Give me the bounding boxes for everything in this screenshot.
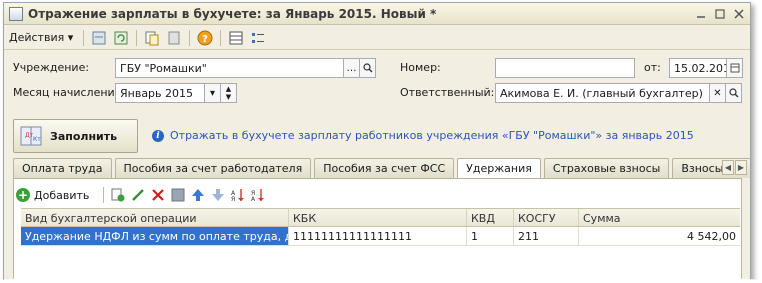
spinner-icon[interactable]: ▲ ▼ xyxy=(221,83,237,103)
post-icon[interactable] xyxy=(90,29,108,47)
sort-ascending-icon[interactable]: AЯ xyxy=(230,187,246,203)
column-kvd[interactable]: КВД xyxy=(467,209,514,226)
sort-descending-icon[interactable]: ЯA xyxy=(250,187,266,203)
fill-label: Заполнить xyxy=(50,129,118,143)
chevron-down-icon[interactable]: ▾ xyxy=(205,83,221,103)
move-down-icon[interactable] xyxy=(210,187,226,203)
table-row[interactable]: Удержание НДФЛ из сумм по оплате труда, … xyxy=(21,227,740,246)
institution-label: Учреждение: xyxy=(13,61,90,74)
add-button[interactable]: + Добавить xyxy=(16,188,89,202)
minimize-icon[interactable] xyxy=(693,6,708,21)
main-toolbar: Действия ▾ ? xyxy=(4,26,750,50)
tab-bar: Оплата труда Пособия за счет работодател… xyxy=(13,158,750,179)
actions-menu[interactable]: Действия ▾ xyxy=(9,31,73,44)
svg-text:Я: Я xyxy=(231,196,235,202)
copy-row-icon[interactable] xyxy=(110,187,126,203)
delete-icon[interactable] xyxy=(150,187,166,203)
edit-icon[interactable] xyxy=(130,187,146,203)
toolbar-divider xyxy=(220,29,222,46)
clear-icon[interactable]: ✕ xyxy=(710,83,726,103)
select-button[interactable]: … xyxy=(344,58,360,78)
search-icon[interactable] xyxy=(726,83,742,103)
tab-insurance-contributions[interactable]: Страховые взносы xyxy=(543,158,670,178)
date-field[interactable]: 15.02.2015 xyxy=(669,58,727,78)
svg-text:Кт: Кт xyxy=(33,136,41,143)
column-kosgu[interactable]: КОСГУ xyxy=(514,209,579,226)
table-toolbar: + Добавить AЯ ЯA xyxy=(16,185,268,205)
tab-scroll-right-icon[interactable]: ▶ xyxy=(735,160,747,175)
document-window: Отражение зарплаты в бухучете: за Январь… xyxy=(3,2,751,283)
window-controls xyxy=(693,6,746,21)
structure-icon[interactable] xyxy=(227,29,245,47)
number-field[interactable] xyxy=(495,58,635,78)
toolbar-divider xyxy=(189,29,191,46)
tab-payroll[interactable]: Оплата труда xyxy=(13,158,112,178)
save-icon[interactable] xyxy=(170,187,186,203)
table-header: Вид бухгалтерской операции КБК КВД КОСГУ… xyxy=(21,208,740,227)
cell-kosgu[interactable]: 211 xyxy=(514,227,579,246)
tab-employer-benefits[interactable]: Пособия за счет работодателя xyxy=(114,158,312,178)
month-label: Месяц начисления: xyxy=(13,86,125,99)
toolbar-divider xyxy=(83,29,85,46)
toolbar-divider xyxy=(136,29,138,46)
help-icon[interactable]: ? xyxy=(196,29,214,47)
responsible-label: Ответственный: xyxy=(400,86,495,99)
column-kbk[interactable]: КБК xyxy=(289,209,467,226)
deductions-table: Вид бухгалтерской операции КБК КВД КОСГУ… xyxy=(21,208,740,246)
responsible-field[interactable]: Акимова Е. И. (главный бухгалтер) xyxy=(495,83,710,103)
add-label: Добавить xyxy=(34,188,90,202)
cell-kvd[interactable]: 1 xyxy=(467,227,514,246)
calendar-icon[interactable] xyxy=(727,58,743,78)
fill-button[interactable]: Дт Кт Заполнить xyxy=(13,119,138,153)
cell-sum[interactable]: 4 542,00 xyxy=(579,227,740,246)
institution-field[interactable]: ГБУ "Ромашки" xyxy=(115,58,344,78)
date-label: от: xyxy=(644,61,661,74)
cell-operation[interactable]: Удержание НДФЛ из сумм по оплате труда, … xyxy=(21,227,289,246)
info-icon: i xyxy=(152,130,164,142)
actions-label: Действия xyxy=(9,31,65,44)
tab-deductions[interactable]: Удержания xyxy=(457,158,541,179)
close-icon[interactable] xyxy=(731,6,746,21)
maximize-icon[interactable] xyxy=(712,6,727,21)
tab-scroll-left-icon[interactable]: ◀ xyxy=(722,160,734,175)
copy-icon[interactable] xyxy=(143,29,161,47)
number-label: Номер: xyxy=(400,61,441,74)
list-icon[interactable] xyxy=(249,29,267,47)
window-title: Отражение зарплаты в бухучете: за Январь… xyxy=(28,7,437,21)
add-icon: + xyxy=(16,188,30,202)
svg-text:?: ? xyxy=(202,34,208,45)
title-bar: Отражение зарплаты в бухучете: за Январь… xyxy=(4,3,750,25)
refresh-icon[interactable] xyxy=(112,29,130,47)
tab-fss-benefits[interactable]: Пособия за счет ФСС xyxy=(314,158,455,178)
search-icon[interactable] xyxy=(360,58,376,78)
document-icon xyxy=(9,7,23,21)
ledger-icon: Дт Кт xyxy=(20,126,42,146)
column-sum[interactable]: Сумма xyxy=(579,209,740,226)
move-up-icon[interactable] xyxy=(190,187,206,203)
cell-kbk[interactable]: 11111111111111111 xyxy=(289,227,467,246)
toolbar-divider xyxy=(103,187,105,203)
print-icon[interactable] xyxy=(165,29,183,47)
info-link[interactable]: Отражать в бухучете зарплату работников … xyxy=(170,129,694,142)
svg-text:A: A xyxy=(251,196,256,202)
torn-edge xyxy=(0,277,762,283)
column-operation[interactable]: Вид бухгалтерской операции xyxy=(21,209,289,226)
month-field[interactable]: Январь 2015 xyxy=(115,83,205,103)
